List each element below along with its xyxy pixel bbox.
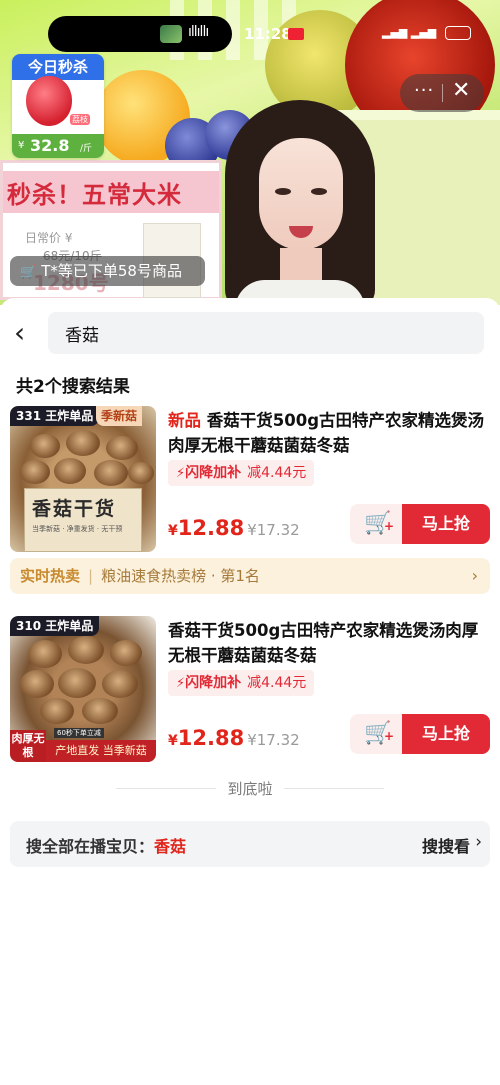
buy-now-button[interactable]: 马上抢 [402, 714, 490, 754]
audio-wave-icon: ıllıllı [188, 24, 209, 40]
order-toast-text: T*等已下单58号商品 [41, 262, 182, 280]
end-of-list: 到底啦 [0, 776, 500, 800]
search-sheet: ‹ 共2个搜索结果 香菇干货 当季新菇 · 净重发货 · 无干预 331 王炸单… [0, 298, 500, 1085]
promo-name: 闪降加补 [185, 675, 242, 691]
crate-subtitle: 当季新菇 · 净重发货 · 无干预 [32, 525, 123, 533]
season-tag: 季新菇 [96, 406, 143, 426]
price-original: ¥17.32 [247, 731, 300, 749]
plus-icon: + [383, 729, 394, 743]
product-title-text: 香菇干货500g古田特产农家精选煲汤肉厚无根干蘑菇菌菇冬菇 [168, 411, 485, 455]
buy-group: 🛒 + 马上抢 [350, 504, 490, 544]
promo-tag: ⚡闪降加补 减4.44元 [168, 670, 315, 696]
origin-strip: 产地直发 当季新菇 [46, 740, 156, 762]
search-all-keyword: 香菇 [154, 837, 187, 856]
price-original: ¥17.32 [247, 521, 300, 539]
more-icon[interactable]: ··· [414, 80, 434, 101]
promo-amount: 减4.44元 [247, 465, 307, 481]
host-figure [225, 100, 375, 305]
crate-title: 香菇干货 [32, 498, 117, 520]
price: ¥12.88 ¥17.32 [168, 726, 300, 750]
search-all-bar[interactable]: 搜全部在播宝贝：香菇 搜搜看 › [10, 821, 490, 867]
rank-tag: 331 王炸单品 [10, 406, 100, 426]
hot-label: 实时热卖 [20, 567, 81, 585]
hot-ranking-text: 粮油速食热卖榜 · 第1名 [101, 567, 260, 585]
sign-price-label: 日常价 ¥ [25, 231, 73, 245]
live-video[interactable]: 秒杀！五常大米 日常价 ¥ 68元/10斤 1280号 今日秒杀 荔枝 ¥ 32… [0, 0, 500, 305]
search-all-label-text: 搜全部在播宝贝： [26, 837, 155, 856]
flash-sale-title: 今日秒杀 [12, 54, 104, 80]
app-badge-icon [288, 28, 304, 40]
search-all-label: 搜全部在播宝贝：香菇 [26, 833, 186, 857]
flash-icon: ⚡ [176, 466, 186, 481]
product-title[interactable]: 香菇干货500g古田特产农家精选煲汤肉厚无根干蘑菇菌菇冬菇 [168, 618, 488, 668]
chevron-right-icon: › [471, 566, 478, 585]
lychee-tag: 荔枝 [70, 114, 90, 125]
search-box[interactable] [48, 312, 484, 354]
add-to-cart-button[interactable]: 🛒 + [350, 504, 406, 544]
price: ¥12.88 ¥17.32 [168, 516, 300, 540]
promo-name: 闪降加补 [185, 465, 242, 481]
buy-now-button[interactable]: 马上抢 [402, 504, 490, 544]
status-bar: ıllıllı 11:28 ▂▄▆ ▂▄▆ [0, 16, 500, 52]
price-currency: ¥ [168, 523, 178, 539]
flash-sale-card[interactable]: 今日秒杀 荔枝 ¥ 32.8 /斤 [12, 54, 104, 158]
new-label: 新品 [168, 411, 201, 430]
sign-title: 秒杀！五常大米 [7, 181, 182, 209]
discount-caption: 60秒下单立减 [54, 728, 104, 738]
product-title[interactable]: 新品 香菇干货500g古田特产农家精选煲汤肉厚无根干蘑菇菌菇冬菇 [168, 408, 488, 458]
live-thumbnail-icon [160, 25, 182, 43]
add-to-cart-button[interactable]: 🛒 + [350, 714, 406, 754]
price-currency: ¥ [168, 733, 178, 749]
order-toast: 🛒 T*等已下单58号商品 [10, 256, 205, 286]
signal-icon: ▂▄▆ ▂▄▆ [382, 26, 437, 39]
thick-rootless-badge: 肉厚无根 [10, 730, 46, 762]
flash-unit: /斤 [80, 144, 93, 154]
status-time: 11:28 [244, 25, 292, 43]
flash-price: 32.8 [30, 136, 70, 155]
divider: | [88, 567, 94, 585]
chevron-right-icon: › [475, 832, 482, 852]
battery-icon [445, 26, 471, 40]
dynamic-island: ıllıllı [48, 16, 232, 52]
price-current: 12.88 [177, 516, 245, 540]
cart-icon: 🛒 [20, 265, 37, 280]
search-input[interactable] [48, 312, 484, 354]
flash-icon: ⚡ [176, 676, 186, 691]
back-icon[interactable]: ‹ [14, 319, 36, 348]
product-image[interactable]: 310 王炸单品 肉厚无根 60秒下单立减 产地直发 当季新菇 [10, 616, 156, 762]
search-more-button[interactable]: 搜搜看 [422, 833, 470, 857]
buy-group: 🛒 + 马上抢 [350, 714, 490, 754]
hot-ranking-bar[interactable]: 实时热卖 | 粮油速食热卖榜 · 第1名 › [10, 558, 490, 594]
plus-icon: + [383, 519, 394, 533]
promo-amount: 减4.44元 [247, 675, 307, 691]
lychee-image [26, 76, 72, 126]
promo-tag: ⚡闪降加补 减4.44元 [168, 460, 315, 486]
mini-program-capsule: ··· ✕ [400, 74, 484, 112]
flash-currency: ¥ [18, 140, 25, 151]
result-count: 共2个搜索结果 [16, 377, 130, 397]
end-text: 到底啦 [227, 780, 273, 798]
product-image[interactable]: 香菇干货 当季新菇 · 净重发货 · 无干预 331 王炸单品 季新菇 [10, 406, 156, 552]
price-current: 12.88 [177, 726, 245, 750]
close-icon[interactable]: ✕ [452, 78, 470, 103]
rank-tag: 310 王炸单品 [10, 616, 100, 636]
